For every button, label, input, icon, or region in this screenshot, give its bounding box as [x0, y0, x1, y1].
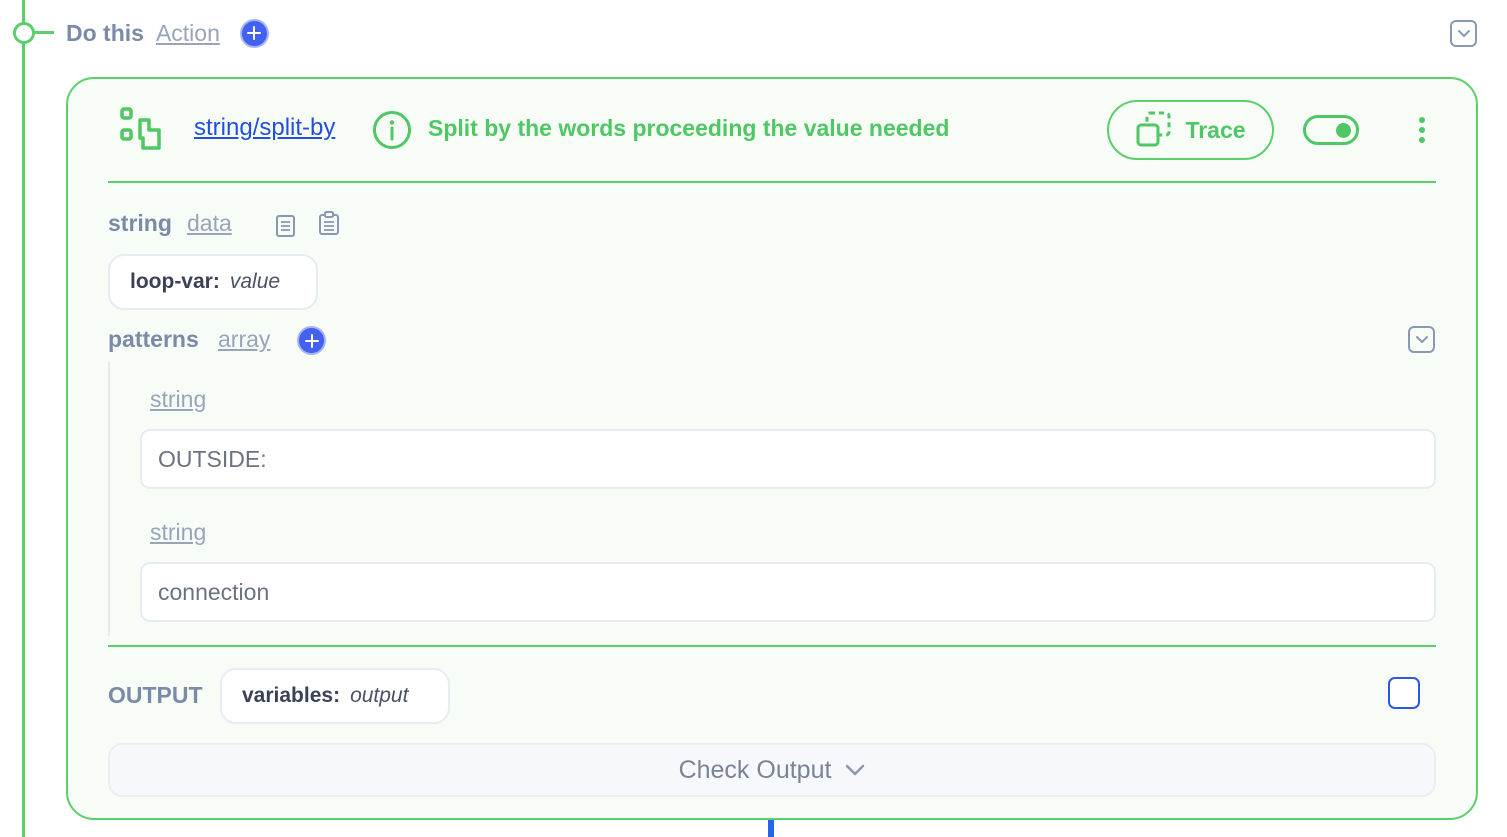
timeline-node [13, 22, 35, 44]
chip-value: output [350, 684, 409, 707]
string-value-chip[interactable]: loop-var: value [108, 254, 318, 310]
chevron-down-icon [1457, 30, 1470, 37]
pattern-input-1[interactable]: OUTSIDE: [140, 429, 1436, 489]
card-header-divider [108, 181, 1436, 183]
pattern-input-value: OUTSIDE: [158, 445, 267, 472]
pattern-input-value: connection [158, 578, 270, 605]
output-variable-chip[interactable]: variables: output [220, 668, 450, 724]
field-type-link-array[interactable]: array [218, 326, 270, 353]
step-type-link[interactable]: Action [156, 20, 220, 47]
step-description: Split by the words proceeding the value … [428, 115, 950, 141]
pattern-item-type-link[interactable]: string [150, 386, 206, 413]
plus-circle-icon [247, 26, 262, 40]
check-output-label: Check Output [678, 755, 832, 784]
output-checkbox[interactable] [1388, 677, 1420, 709]
collapse-step-button[interactable] [1450, 20, 1477, 47]
step-function-link[interactable]: string/split-by [194, 114, 335, 142]
field-label-string: string [108, 210, 172, 236]
copy-icon[interactable] [274, 212, 298, 238]
next-step-connector [768, 820, 774, 837]
pattern-input-2[interactable]: connection [140, 562, 1436, 622]
chip-key: loop-var: [130, 270, 220, 293]
clipboard-icon[interactable] [317, 210, 341, 236]
timeline-connector [34, 31, 54, 34]
step-header-title: Do this [66, 19, 144, 46]
pattern-item-type-link[interactable]: string [150, 519, 206, 546]
chip-key: variables: [242, 684, 341, 707]
check-output-button[interactable]: Check Output [108, 743, 1436, 797]
add-step-button[interactable] [239, 18, 269, 48]
field-type-link-data[interactable]: data [187, 210, 232, 237]
trace-copy-icon [1136, 111, 1171, 147]
collapse-patterns-button[interactable] [1408, 326, 1435, 353]
add-pattern-button[interactable] [297, 326, 326, 355]
chip-value: value [229, 270, 281, 293]
info-circle-icon[interactable] [372, 110, 412, 150]
field-label-patterns: patterns [108, 326, 199, 352]
chevron-down-icon [1415, 336, 1428, 343]
output-label: OUTPUT [108, 682, 203, 708]
step-header: Do this Action [66, 16, 269, 50]
chevron-down-icon [846, 764, 865, 776]
toggle-knob [1336, 123, 1351, 138]
trace-button[interactable]: Trace [1107, 100, 1274, 160]
array-items-rail [108, 362, 110, 636]
plus-circle-icon [304, 333, 319, 348]
output-divider [108, 645, 1436, 647]
timeline-line [22, 0, 25, 837]
vertical-dots-icon[interactable] [1410, 116, 1434, 144]
step-enabled-toggle[interactable] [1303, 115, 1359, 145]
trace-label: Trace [1185, 116, 1246, 143]
workflow-nodes-icon [120, 107, 161, 150]
